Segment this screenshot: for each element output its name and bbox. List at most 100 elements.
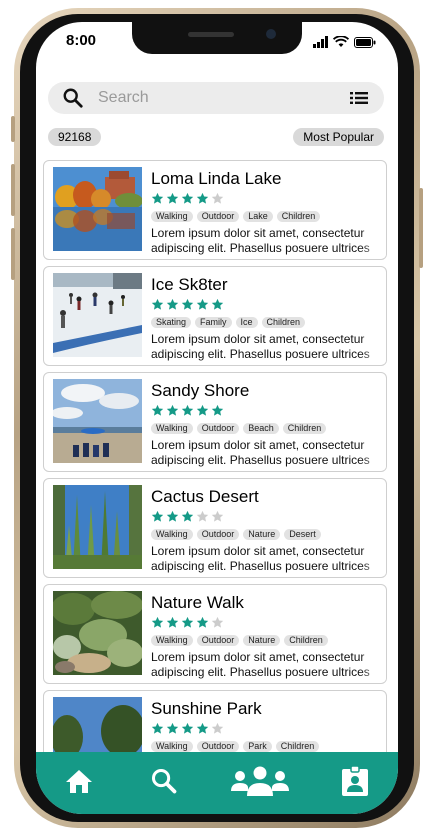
place-description: Lorem ipsum dolor sit amet, consectetur …: [151, 650, 373, 680]
star-rating: [151, 722, 224, 735]
tag-list: Walking Outdoor Nature Desert: [151, 529, 321, 540]
tag: Children: [284, 635, 328, 646]
tag-list: Walking Outdoor Park Children: [151, 741, 320, 752]
description-line: adipiscing elit. Phasellus posuere ultri…: [151, 453, 370, 467]
tag: Children: [275, 741, 320, 752]
status-icons: [313, 32, 376, 48]
phone-frame: 8:00 Search 92168 Most Popular Loma Lind…: [11, 8, 423, 828]
text-fade: [360, 226, 386, 258]
badge-icon: [342, 765, 369, 796]
volume-up-button: [11, 164, 15, 216]
tag: Ice: [235, 317, 258, 328]
place-title: Cactus Desert: [151, 487, 259, 506]
description-line: Lorem ipsum dolor sit amet, consectetur: [151, 226, 365, 240]
star-filled-icon: [181, 192, 194, 204]
tag: Nature: [243, 635, 281, 646]
place-title: Loma Linda Lake: [151, 169, 282, 188]
tag: Park: [243, 741, 272, 752]
home-icon: [65, 770, 92, 793]
nav-search-button[interactable]: [144, 764, 184, 798]
text-fade: [360, 544, 386, 576]
place-description: Lorem ipsum dolor sit amet, consectetur …: [151, 438, 373, 468]
star-filled-icon: [196, 298, 209, 310]
search-bar[interactable]: [48, 82, 384, 114]
camera: [266, 29, 276, 39]
list-view-icon[interactable]: [350, 91, 368, 105]
sort-chip[interactable]: Most Popular: [293, 128, 384, 146]
star-filled-icon: [166, 192, 179, 204]
tag: Walking: [151, 741, 193, 752]
place-title: Sandy Shore: [151, 381, 250, 400]
place-card[interactable]: Cactus Desert Walking Outdoor Nature Des…: [43, 478, 387, 578]
tag: Outdoor: [196, 635, 240, 646]
star-filled-icon: [181, 298, 194, 310]
text-fade: [360, 650, 386, 682]
tag: Children: [282, 423, 327, 434]
star-filled-icon: [196, 616, 209, 628]
zip-filter-chip[interactable]: 92168: [48, 128, 102, 146]
people-icon: [230, 766, 289, 796]
place-title: Nature Walk: [151, 593, 244, 612]
tag: Skating: [151, 317, 192, 328]
lake-thumbnail: [53, 167, 142, 251]
star-filled-icon: [151, 510, 164, 522]
star-filled-icon: [196, 404, 209, 416]
search-icon[interactable]: [62, 87, 84, 109]
place-description: Lorem ipsum dolor sit amet, consectetur …: [151, 226, 373, 256]
tag: Nature: [243, 529, 281, 540]
nav-profile-button[interactable]: [335, 764, 375, 798]
star-filled-icon: [196, 722, 209, 734]
garden-thumbnail: [53, 591, 142, 675]
star-empty-icon: [211, 616, 224, 628]
place-title: Sunshine Park: [151, 699, 262, 718]
ice-rink-thumbnail: [53, 273, 142, 357]
tag-list: Walking Outdoor Nature Children: [151, 635, 328, 646]
star-filled-icon: [181, 722, 194, 734]
tag: Children: [261, 317, 306, 328]
tag: Outdoor: [196, 423, 240, 434]
description-line: Lorem ipsum dolor sit amet, consectetur: [151, 438, 365, 452]
place-card[interactable]: Ice Sk8ter Skating Family Ice Children L…: [43, 266, 387, 366]
tag: Outdoor: [196, 211, 240, 222]
star-filled-icon: [166, 510, 179, 522]
description-line: adipiscing elit. Phasellus posuere ultri…: [151, 559, 370, 573]
star-rating: [151, 616, 224, 629]
star-filled-icon: [166, 298, 179, 310]
place-title: Ice Sk8ter: [151, 275, 228, 294]
search-icon: [152, 768, 177, 794]
star-filled-icon: [151, 404, 164, 416]
description-line: Lorem ipsum dolor sit amet, consectetur: [151, 332, 365, 346]
tag: Family: [195, 317, 232, 328]
tag: Lake: [243, 211, 273, 222]
search-input[interactable]: [98, 89, 328, 107]
star-filled-icon: [151, 722, 164, 734]
tag: Walking: [151, 211, 193, 222]
place-list: Loma Linda Lake Walking Outdoor Lake Chi…: [43, 160, 387, 796]
tag-list: Walking Outdoor Beach Children: [151, 423, 327, 434]
cactus-thumbnail: [53, 485, 142, 569]
star-filled-icon: [211, 298, 224, 310]
star-filled-icon: [181, 510, 194, 522]
star-filled-icon: [196, 192, 209, 204]
description-line: adipiscing elit. Phasellus posuere ultri…: [151, 241, 370, 255]
tag: Walking: [151, 529, 193, 540]
description-line: Lorem ipsum dolor sit amet, consectetur: [151, 650, 365, 664]
tag: Outdoor: [196, 529, 240, 540]
star-filled-icon: [151, 192, 164, 204]
nav-home-button[interactable]: [59, 764, 99, 798]
mute-switch: [11, 116, 15, 142]
tag: Children: [276, 211, 321, 222]
description-line: adipiscing elit. Phasellus posuere ultri…: [151, 665, 370, 679]
battery-icon: [354, 37, 376, 48]
star-rating: [151, 298, 224, 311]
status-time: 8:00: [66, 32, 97, 49]
place-card[interactable]: Sandy Shore Walking Outdoor Beach Childr…: [43, 372, 387, 472]
nav-community-button[interactable]: [230, 764, 290, 798]
star-filled-icon: [166, 404, 179, 416]
place-card[interactable]: Loma Linda Lake Walking Outdoor Lake Chi…: [43, 160, 387, 260]
star-empty-icon: [211, 192, 224, 204]
text-fade: [360, 332, 386, 364]
star-filled-icon: [151, 616, 164, 628]
tag: Outdoor: [196, 741, 240, 752]
place-card[interactable]: Nature Walk Walking Outdoor Nature Child…: [43, 584, 387, 684]
